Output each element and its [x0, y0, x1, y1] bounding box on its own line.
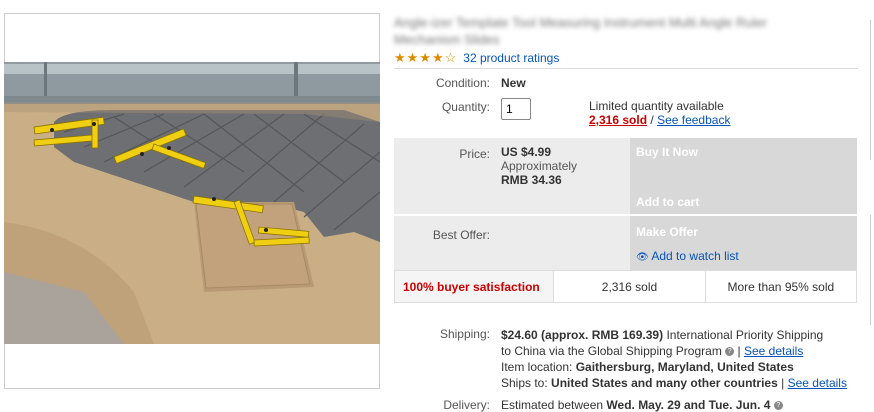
delivery-info: Estimated between Wed. May. 29 and Tue. … — [501, 398, 783, 412]
separator: / — [650, 113, 654, 127]
eye-icon: 👁 — [636, 252, 649, 263]
ships-to-value: United States and many other countries — [551, 376, 778, 390]
shipping-via: via the Global Shipping Program — [549, 344, 722, 358]
buy-it-now-button[interactable]: Buy It Now — [636, 145, 698, 159]
star-rating-icon: ★★★★☆ — [394, 50, 458, 65]
quantity-input[interactable] — [501, 98, 531, 120]
condition-label: Condition: — [435, 76, 490, 90]
stats-bar: 100% buyer satisfaction 2,316 sold More … — [394, 270, 857, 303]
panel-divider — [394, 214, 857, 216]
price-value: US $4.99 — [501, 145, 552, 159]
product-ratings-link[interactable]: 32 product ratings — [463, 51, 559, 65]
limited-quantity-text: Limited quantity available — [589, 99, 724, 113]
make-offer-button[interactable]: Make Offer — [636, 225, 698, 239]
price-rmb: RMB 34.36 — [501, 173, 562, 187]
condition-value: New — [501, 76, 526, 90]
product-photo[interactable] — [4, 62, 380, 344]
sold-count: 2,316 sold — [553, 271, 704, 302]
delivery-label: Delivery: — [443, 398, 490, 412]
see-details-link-2[interactable]: See details — [788, 376, 847, 390]
watch-label: Add to watch list — [651, 249, 739, 263]
price-approx: Approximately — [501, 159, 578, 173]
item-location: Gaithersburg, Maryland, United States — [575, 360, 794, 374]
quantity-label: Quantity: — [441, 100, 490, 114]
percent-sold: More than 95% sold — [704, 271, 856, 302]
item-location-label: Item location: — [501, 360, 573, 374]
sold-count-link[interactable]: 2,316 sold — [589, 113, 647, 127]
sold-feedback-line: 2,316 sold / See feedback — [589, 113, 730, 127]
shipping-cost: $24.60 — [501, 328, 538, 342]
buyer-satisfaction: 100% buyer satisfaction — [395, 271, 554, 302]
product-photo-illustration — [4, 62, 380, 344]
info-icon[interactable]: ? — [725, 347, 735, 357]
price-block: US $4.99 Approximately RMB 34.36 — [501, 145, 577, 187]
shipping-approx: (approx. RMB 169.39) — [541, 328, 664, 342]
divider — [394, 68, 858, 69]
shipping-label: Shipping: — [439, 327, 490, 341]
delivery-dates: Wed. May. 29 and Tue. Jun. 4 — [606, 398, 771, 412]
shipping-service: International Priority Shipping — [666, 328, 824, 342]
rating-row: ★★★★☆ 32 product ratings — [394, 50, 559, 66]
item-title: Angle-izer Template Tool Measuring Instr… — [394, 15, 768, 47]
right-edge-border — [870, 20, 871, 160]
see-details-link[interactable]: See details — [744, 344, 803, 358]
ships-to-label: Ships to: — [501, 376, 548, 390]
right-edge-border-2 — [870, 215, 871, 325]
price-label: Price: — [459, 147, 490, 161]
shipping-details: $24.60 (approx. RMB 169.39) Internationa… — [501, 328, 847, 390]
shipping-to: to China — [501, 344, 546, 358]
see-feedback-link[interactable]: See feedback — [657, 113, 730, 127]
add-to-watch-list-link[interactable]: 👁 Add to watch list — [636, 249, 739, 263]
delivery-info-icon[interactable]: ? — [773, 401, 783, 411]
best-offer-label: Best Offer: — [432, 228, 490, 242]
add-to-cart-button[interactable]: Add to cart — [636, 195, 699, 209]
delivery-text: Estimated between — [501, 398, 604, 412]
